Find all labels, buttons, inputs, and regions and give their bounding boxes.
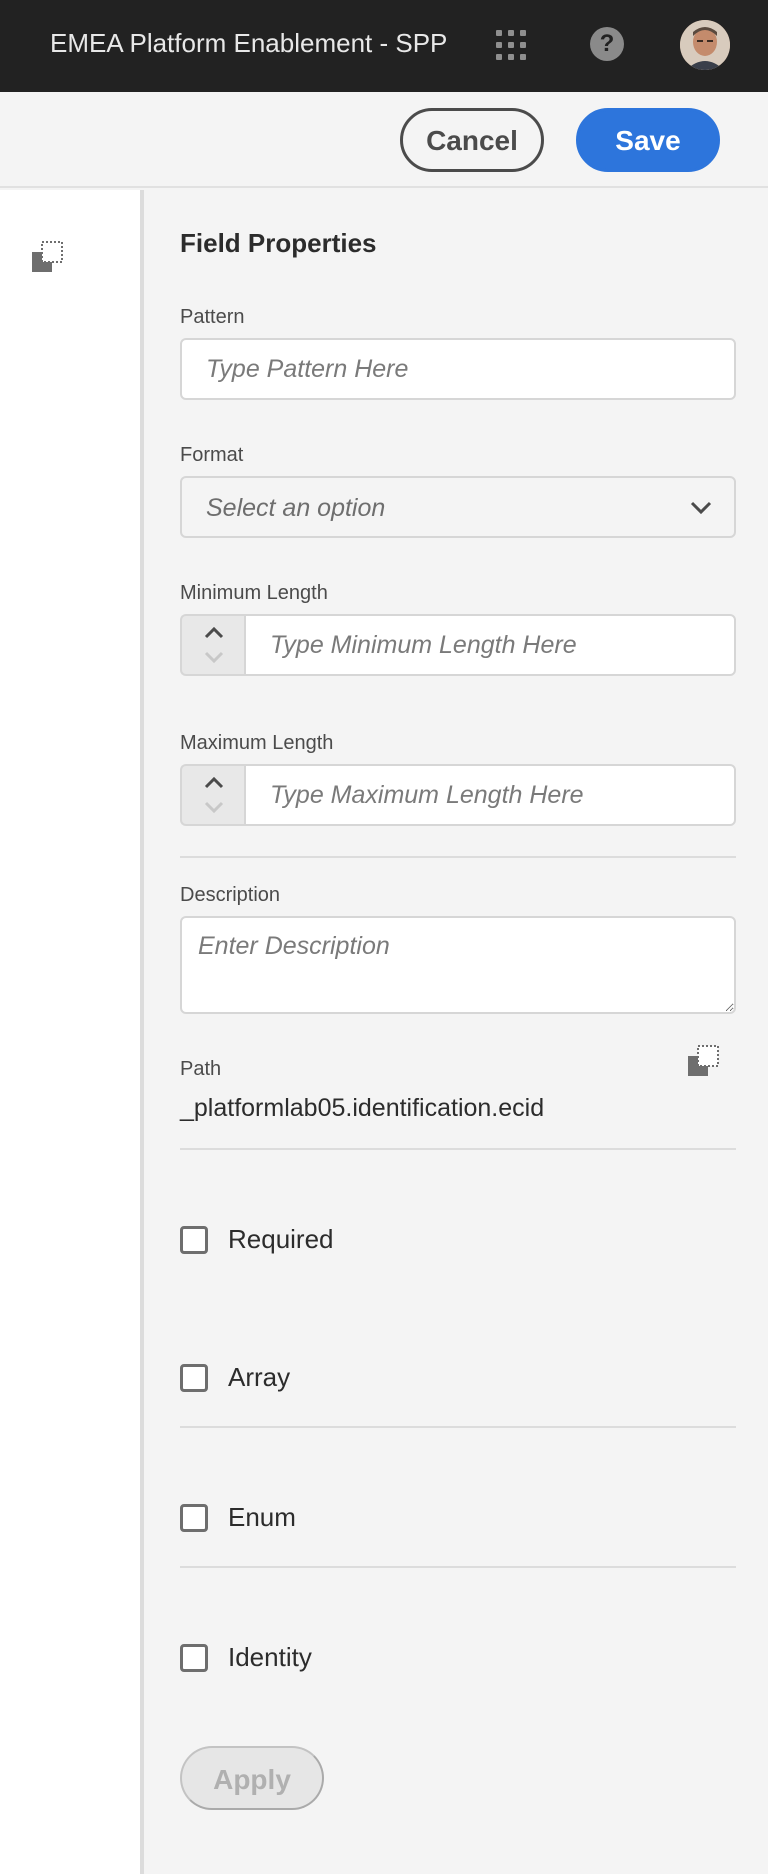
max-length-stepper [180, 764, 736, 826]
cancel-button[interactable]: Cancel [400, 108, 544, 172]
chevron-down-icon[interactable] [199, 646, 229, 672]
max-length-label: Maximum Length [180, 732, 334, 754]
path-value: _platformlab05.identification.ecid [180, 1094, 545, 1122]
copy-icon[interactable] [686, 1044, 720, 1078]
user-avatar[interactable] [680, 20, 730, 70]
max-length-input[interactable] [244, 764, 736, 826]
divider [180, 1426, 736, 1428]
min-length-input[interactable] [244, 614, 736, 676]
checkbox-label: Array [228, 1362, 291, 1392]
org-name[interactable]: EMEA Platform Enablement - SPP [50, 28, 447, 59]
top-bar: EMEA Platform Enablement - SPP ? [0, 0, 768, 92]
checkbox-label: Enum [228, 1502, 296, 1532]
min-length-label: Minimum Length [180, 582, 328, 604]
section-title: Field Properties [180, 228, 377, 258]
divider [180, 1566, 736, 1568]
path-label: Path [180, 1058, 222, 1080]
divider [180, 856, 736, 858]
pattern-input[interactable] [180, 338, 736, 400]
description-textarea[interactable] [180, 916, 736, 1014]
chevron-up-icon[interactable] [199, 770, 229, 796]
checkbox-label: Required [228, 1224, 334, 1254]
divider [180, 1148, 736, 1150]
format-selected-value: Select an option [206, 494, 386, 522]
stepper-buttons [180, 764, 246, 826]
schema-structure-panel [0, 190, 144, 1874]
checkbox-box[interactable] [180, 1226, 208, 1254]
apply-button[interactable]: Apply [180, 1746, 324, 1810]
checkbox-box[interactable] [180, 1644, 208, 1672]
checkbox-box[interactable] [180, 1504, 208, 1532]
min-length-stepper [180, 614, 736, 676]
format-label: Format [180, 444, 244, 466]
apps-grid-icon[interactable] [494, 28, 528, 62]
checkbox-label: Identity [228, 1642, 312, 1672]
description-label: Description [180, 884, 281, 906]
chevron-down-icon[interactable] [199, 796, 229, 822]
chevron-down-icon [690, 500, 712, 516]
help-icon[interactable]: ? [590, 27, 624, 61]
pattern-label: Pattern [180, 306, 245, 328]
copy-icon[interactable] [30, 240, 64, 274]
checkbox-box[interactable] [180, 1364, 208, 1392]
action-bar: Cancel Save [0, 92, 768, 188]
save-button[interactable]: Save [576, 108, 720, 172]
stepper-buttons [180, 614, 246, 676]
chevron-up-icon[interactable] [199, 620, 229, 646]
format-select[interactable]: Select an option [180, 476, 736, 538]
